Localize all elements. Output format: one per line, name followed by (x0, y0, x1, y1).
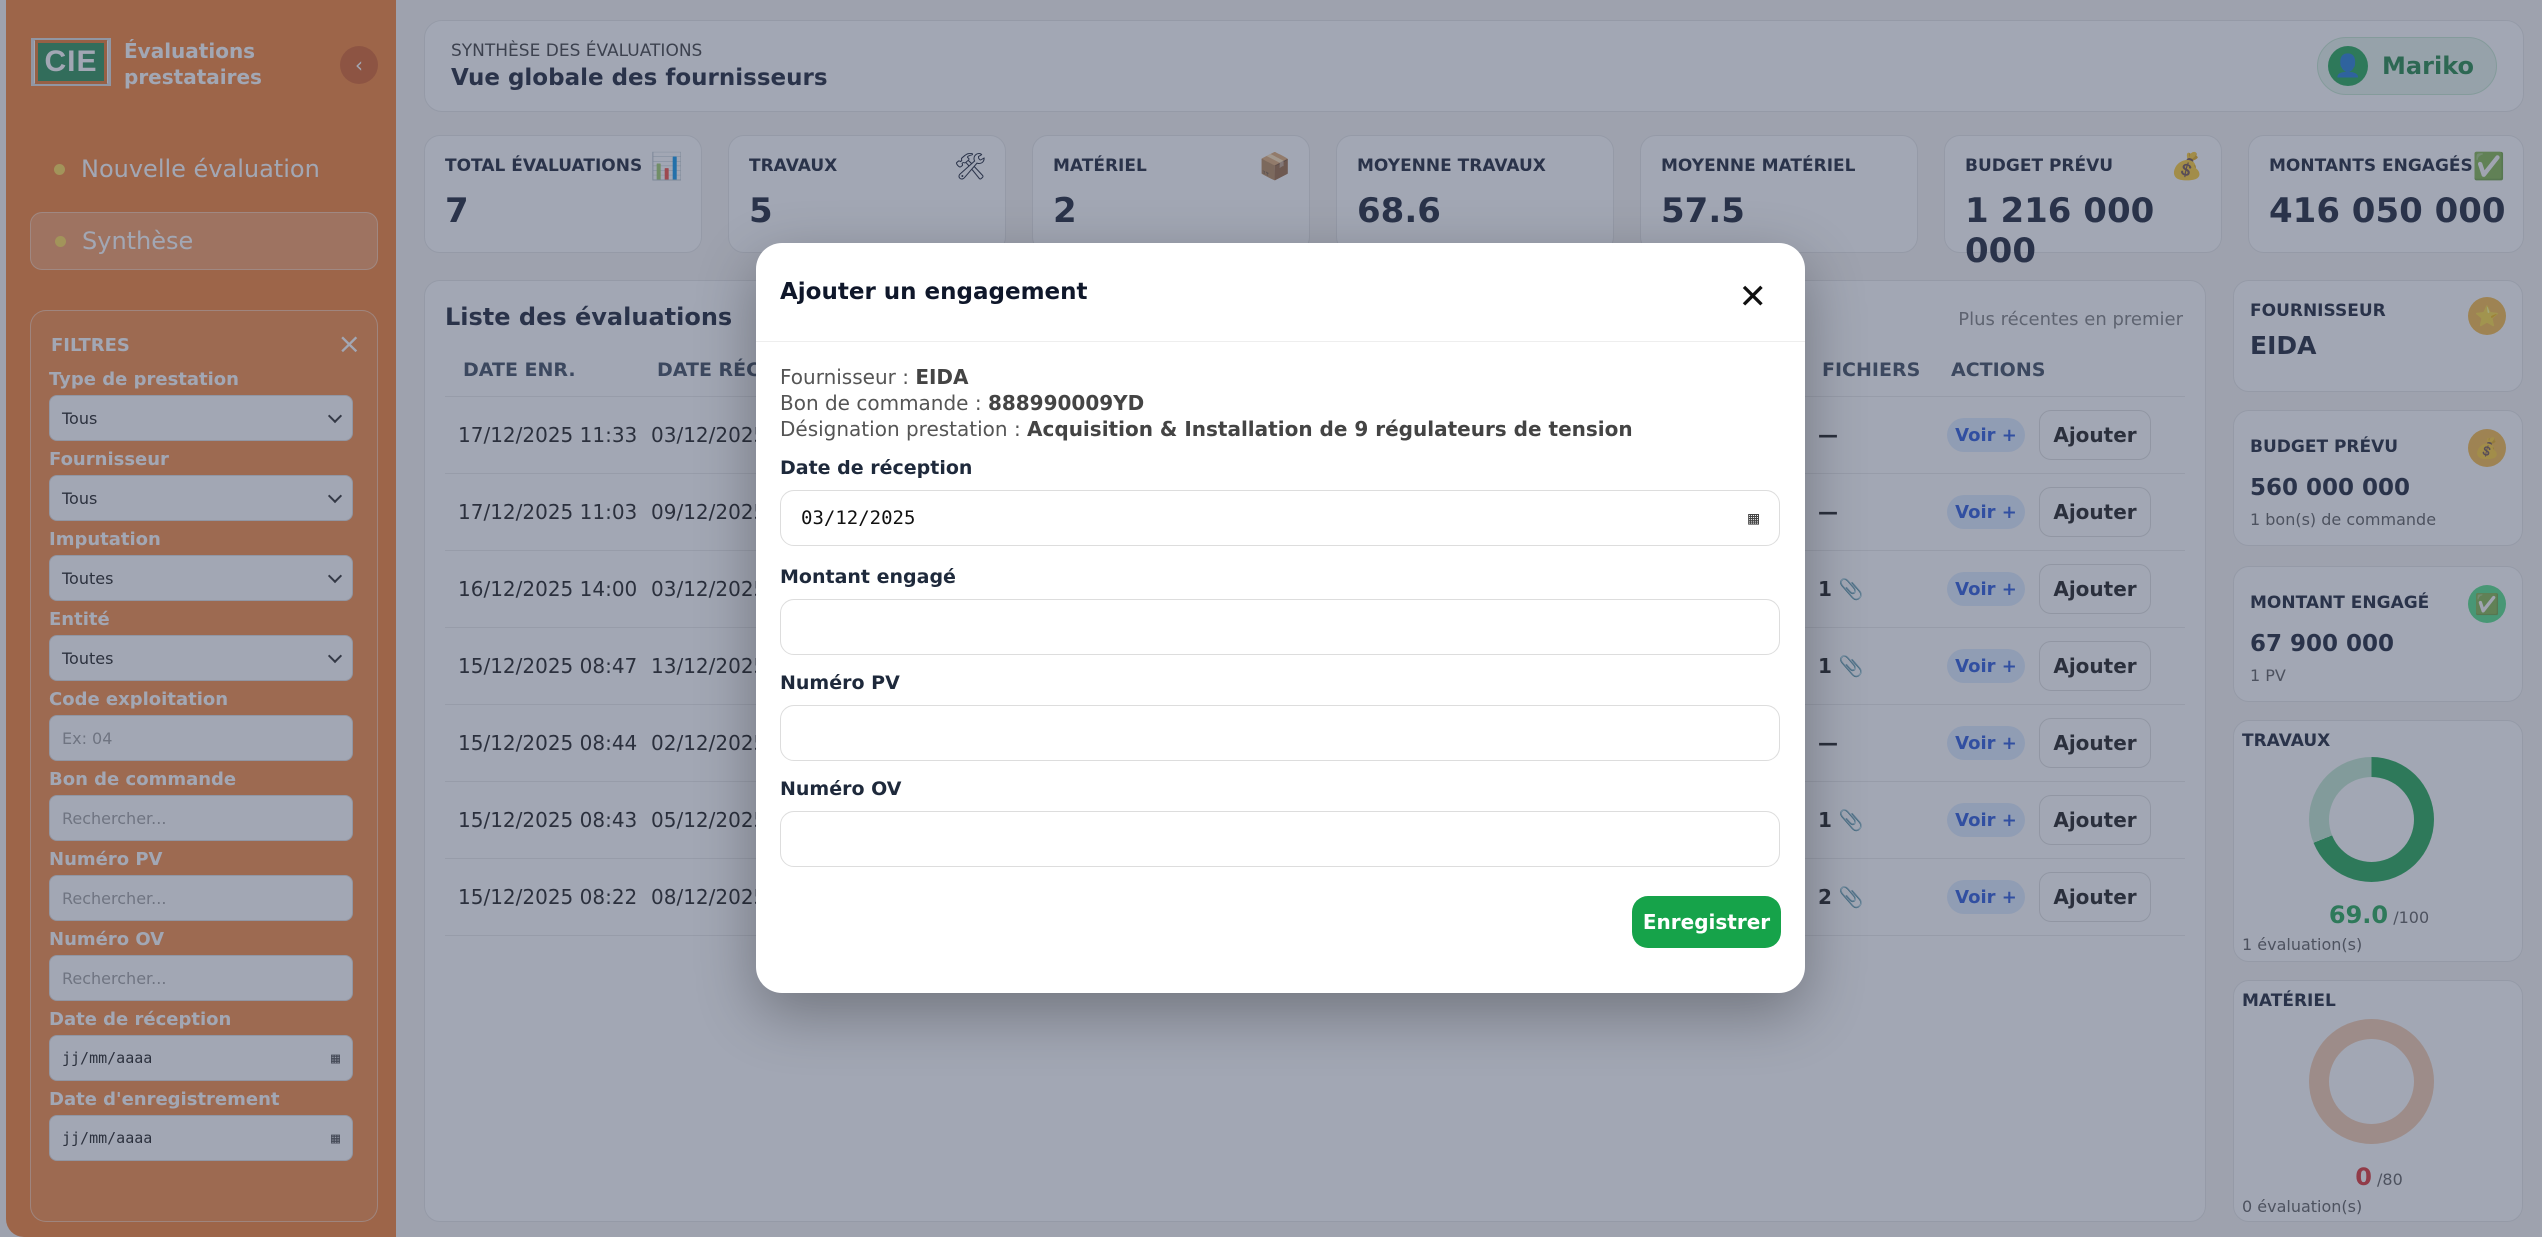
info-supplier: Fournisseur : EIDA (780, 365, 969, 389)
info-label: Désignation prestation : (780, 417, 1021, 441)
field-label: Date de réception (780, 457, 973, 479)
field-label: Numéro PV (780, 672, 900, 694)
field-label: Numéro OV (780, 778, 902, 800)
close-icon[interactable]: ✕ (1739, 277, 1768, 317)
info-label: Bon de commande : (780, 391, 982, 415)
info-value: EIDA (915, 365, 969, 389)
info-po: Bon de commande : 888990009YD (780, 391, 1144, 415)
modal-divider (756, 341, 1805, 342)
ov-number-input[interactable] (780, 811, 1780, 867)
pv-number-input[interactable] (780, 705, 1780, 761)
calendar-icon[interactable]: ▦ (1748, 508, 1759, 529)
save-button[interactable]: Enregistrer (1632, 896, 1781, 948)
modal-title: Ajouter un engagement (780, 279, 1088, 305)
info-value: Acquisition & Installation de 9 régulate… (1027, 417, 1633, 441)
date-value: 03/12/2025 (801, 507, 916, 529)
info-designation: Désignation prestation : Acquisition & I… (780, 417, 1633, 441)
add-engagement-modal: Ajouter un engagement ✕ Fournisseur : EI… (756, 243, 1805, 993)
info-value: 888990009YD (987, 391, 1145, 415)
reception-date-input[interactable]: 03/12/2025 ▦ (780, 490, 1780, 546)
field-label: Montant engagé (780, 566, 956, 588)
info-label: Fournisseur : (780, 365, 909, 389)
amount-input[interactable] (780, 599, 1780, 655)
